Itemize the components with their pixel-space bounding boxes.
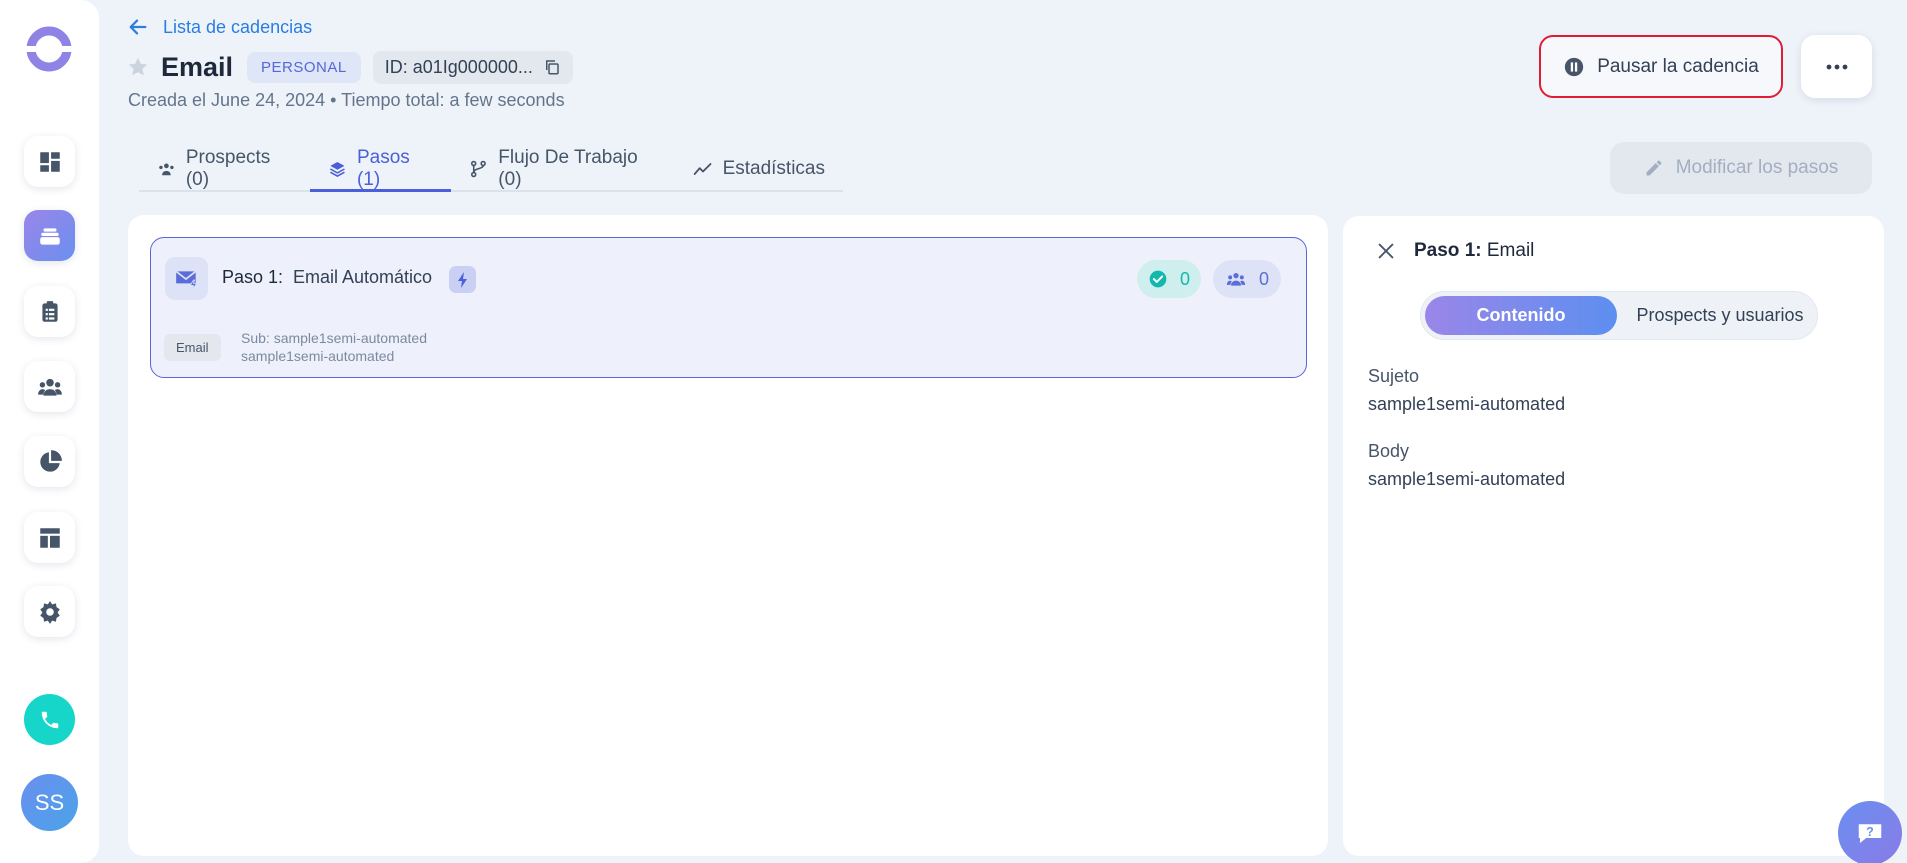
- pie-chart-icon: [39, 449, 62, 472]
- layers-icon: [330, 161, 346, 177]
- sidebar-item-prospects[interactable]: [24, 361, 75, 412]
- segment-prospects-users[interactable]: Prospects y usuarios: [1625, 296, 1815, 335]
- pause-cadence-button[interactable]: Pausar la cadencia: [1539, 35, 1783, 98]
- question-icon: ?: [1858, 824, 1882, 843]
- sidebar-item-dashboard[interactable]: [24, 136, 75, 187]
- sidebar-item-tasks[interactable]: [24, 286, 75, 337]
- arrow-left-icon: [129, 19, 147, 35]
- body-label: Body: [1368, 441, 1410, 461]
- help-button[interactable]: ?: [1838, 801, 1902, 863]
- tab-statistics[interactable]: Estadísticas: [675, 148, 843, 190]
- detail-segmented-control: Contenido Prospects y usuarios: [1420, 291, 1818, 340]
- page-subtitle: Creada el June 24, 2024 • Tiempo total: …: [128, 90, 565, 110]
- subject-line: Sub: sample1semi-automated: [241, 330, 427, 346]
- tab-label: Pasos (1): [356, 146, 410, 190]
- page-title: Email: [161, 51, 234, 82]
- step-card[interactable]: Paso 1: Email Automático 0 0 Email Sub: …: [150, 237, 1307, 378]
- tab-label: Flujo De Trabajo (0): [498, 147, 638, 190]
- layout-icon: [39, 527, 60, 548]
- clipboard-icon: [41, 300, 58, 322]
- completed-count: 0: [1179, 268, 1190, 289]
- back-link[interactable]: Lista de cadencias: [127, 16, 312, 38]
- detail-title-type: Email: [1486, 240, 1535, 261]
- people-icon: [159, 163, 174, 176]
- id-chip: ID: a01Ig000000...: [372, 50, 573, 84]
- sidebar-item-reports[interactable]: [24, 436, 75, 487]
- body-line: sample1semi-automated: [241, 348, 395, 364]
- users-count-badge: 0: [1213, 260, 1281, 298]
- sidebar: SS: [0, 0, 99, 863]
- subject-label: Sujeto: [1368, 366, 1420, 386]
- star-icon[interactable]: [127, 56, 149, 78]
- email-step-icon-box: [165, 257, 208, 300]
- close-icon[interactable]: [1375, 240, 1397, 262]
- phone-icon: [41, 711, 58, 728]
- people-icon: [1226, 273, 1246, 286]
- subject-value: sample1semi-automated: [1368, 394, 1566, 414]
- sidebar-item-settings[interactable]: [24, 586, 75, 637]
- avatar[interactable]: SS: [21, 774, 78, 831]
- tab-bar: Prospects (0) Pasos (1) Flujo De Trabajo…: [139, 146, 843, 192]
- title-row: Email PERSONAL ID: a01Ig000000...: [127, 50, 573, 84]
- sidebar-item-templates[interactable]: [24, 512, 75, 563]
- completed-count-badge: 0: [1137, 260, 1201, 298]
- back-link-label: Lista de cadencias: [163, 16, 313, 37]
- pause-icon: [1565, 57, 1584, 76]
- steps-panel: Paso 1: Email Automático 0 0 Email Sub: …: [128, 215, 1328, 856]
- check-circle-icon: [1149, 270, 1167, 288]
- cadences-stack-icon: [39, 227, 60, 245]
- modify-steps-button[interactable]: Modificar los pasos: [1610, 142, 1872, 194]
- detail-title: Paso 1: Email: [1414, 240, 1534, 262]
- svg-text:?: ?: [1866, 825, 1874, 839]
- email-type-chip: Email: [164, 334, 221, 361]
- step-subject-preview: Sub: sample1semi-automated sample1semi-a…: [241, 329, 427, 365]
- copy-icon[interactable]: [543, 58, 561, 76]
- sidebar-item-cadences[interactable]: [24, 210, 75, 261]
- phone-button[interactable]: [24, 694, 75, 745]
- tab-workflow[interactable]: Flujo De Trabajo (0): [451, 147, 674, 190]
- people-icon: [37, 378, 62, 396]
- pencil-icon: [1646, 160, 1662, 176]
- detail-title-step: Paso 1:: [1414, 240, 1482, 261]
- step-label: Paso 1:: [222, 267, 284, 287]
- automated-badge: [449, 266, 476, 293]
- ellipsis-icon: [1826, 64, 1847, 69]
- tab-label: Estadísticas: [722, 158, 825, 179]
- step-name: Email Automático: [293, 267, 433, 287]
- personal-badge: PERSONAL: [247, 51, 361, 83]
- branch-icon: [471, 160, 487, 178]
- more-options-button[interactable]: [1801, 35, 1872, 98]
- trend-icon: [693, 163, 711, 175]
- tab-prospects[interactable]: Prospects (0): [139, 147, 310, 190]
- ring-logo-icon[interactable]: [24, 24, 74, 74]
- pause-cadence-label: Pausar la cadencia: [1597, 55, 1759, 77]
- gear-icon: [39, 600, 60, 624]
- users-count: 0: [1258, 268, 1269, 289]
- id-label: ID: a01Ig000000...: [384, 56, 533, 77]
- dashboard-icon: [39, 151, 60, 172]
- auto-email-icon: [175, 270, 198, 290]
- tab-steps[interactable]: Pasos (1): [310, 146, 452, 192]
- modify-steps-label: Modificar los pasos: [1675, 157, 1839, 178]
- bolt-icon: [457, 271, 467, 288]
- tab-label: Prospects (0): [185, 147, 271, 190]
- body-value: sample1semi-automated: [1368, 469, 1566, 489]
- step-detail-panel: Paso 1: Email Contenido Prospects y usua…: [1343, 216, 1884, 856]
- segment-content[interactable]: Contenido: [1425, 296, 1617, 335]
